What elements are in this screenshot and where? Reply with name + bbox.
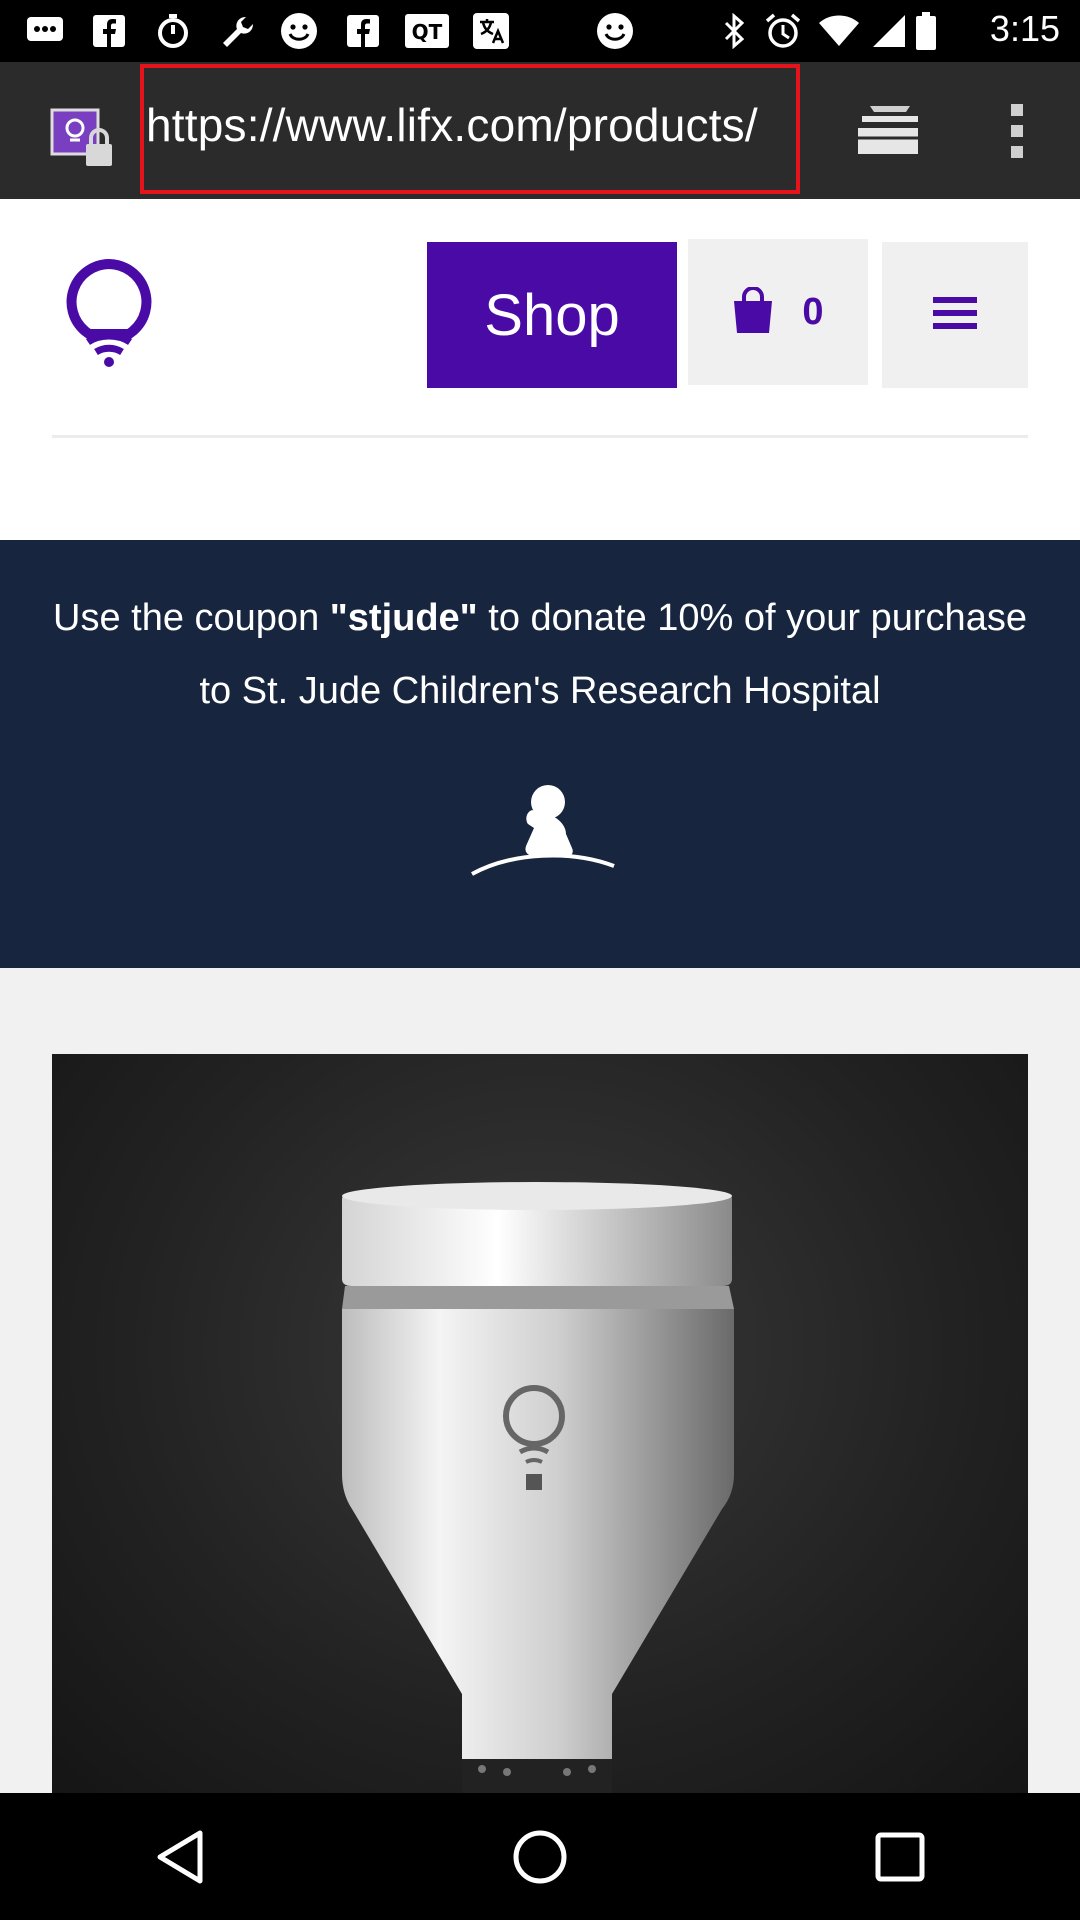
lifx-bulb-product-image[interactable] [52, 1054, 1028, 1793]
banner-text-before: Use the coupon [53, 597, 330, 639]
svg-text:QT: QT [412, 20, 443, 44]
banner-text: Use the coupon "stjude" to donate 10% of… [40, 582, 1040, 728]
cart-count: 0 [802, 290, 824, 333]
status-bar: QT 3:15 [0, 0, 1080, 62]
system-nav-bar [0, 1793, 1080, 1920]
url-text: https://www.lifx.com/products/ [146, 99, 758, 151]
wifi-icon [818, 10, 860, 52]
tabs-icon[interactable] [856, 102, 926, 162]
home-icon[interactable] [495, 1812, 585, 1902]
shopping-bag-icon [732, 286, 774, 337]
header-divider [52, 435, 1028, 438]
hamburger-menu-icon [933, 295, 977, 335]
signal-icon [868, 10, 910, 52]
cart-button[interactable]: 0 [688, 239, 868, 385]
site-menu-button[interactable] [882, 242, 1028, 388]
url-field[interactable]: https://www.lifx.com/products/ [140, 64, 800, 194]
overflow-menu-icon[interactable] [1000, 100, 1034, 162]
facebook-icon [342, 10, 384, 52]
donation-banner: Use the coupon "stjude" to donate 10% of… [0, 540, 1080, 968]
back-icon[interactable] [135, 1812, 225, 1902]
translate-icon [470, 10, 512, 52]
timer-icon [152, 10, 194, 52]
recents-icon[interactable] [855, 1812, 945, 1902]
facebook-icon [88, 10, 130, 52]
smiley-icon [594, 10, 636, 52]
lifx-logo-icon[interactable] [60, 258, 158, 368]
wrench-icon [216, 10, 258, 52]
clock: 3:15 [989, 8, 1060, 49]
coupon-code: "stjude" [329, 597, 478, 639]
site-favicon-lock-icon[interactable] [50, 108, 120, 170]
qt-icon: QT [404, 10, 450, 52]
st-jude-child-logo-icon [470, 780, 616, 876]
alarm-icon [762, 10, 804, 52]
messages-icon [24, 10, 66, 52]
smiley-icon [278, 10, 320, 52]
bluetooth-icon [714, 10, 756, 52]
shop-button[interactable]: Shop [427, 242, 677, 388]
battery-icon [912, 10, 940, 52]
